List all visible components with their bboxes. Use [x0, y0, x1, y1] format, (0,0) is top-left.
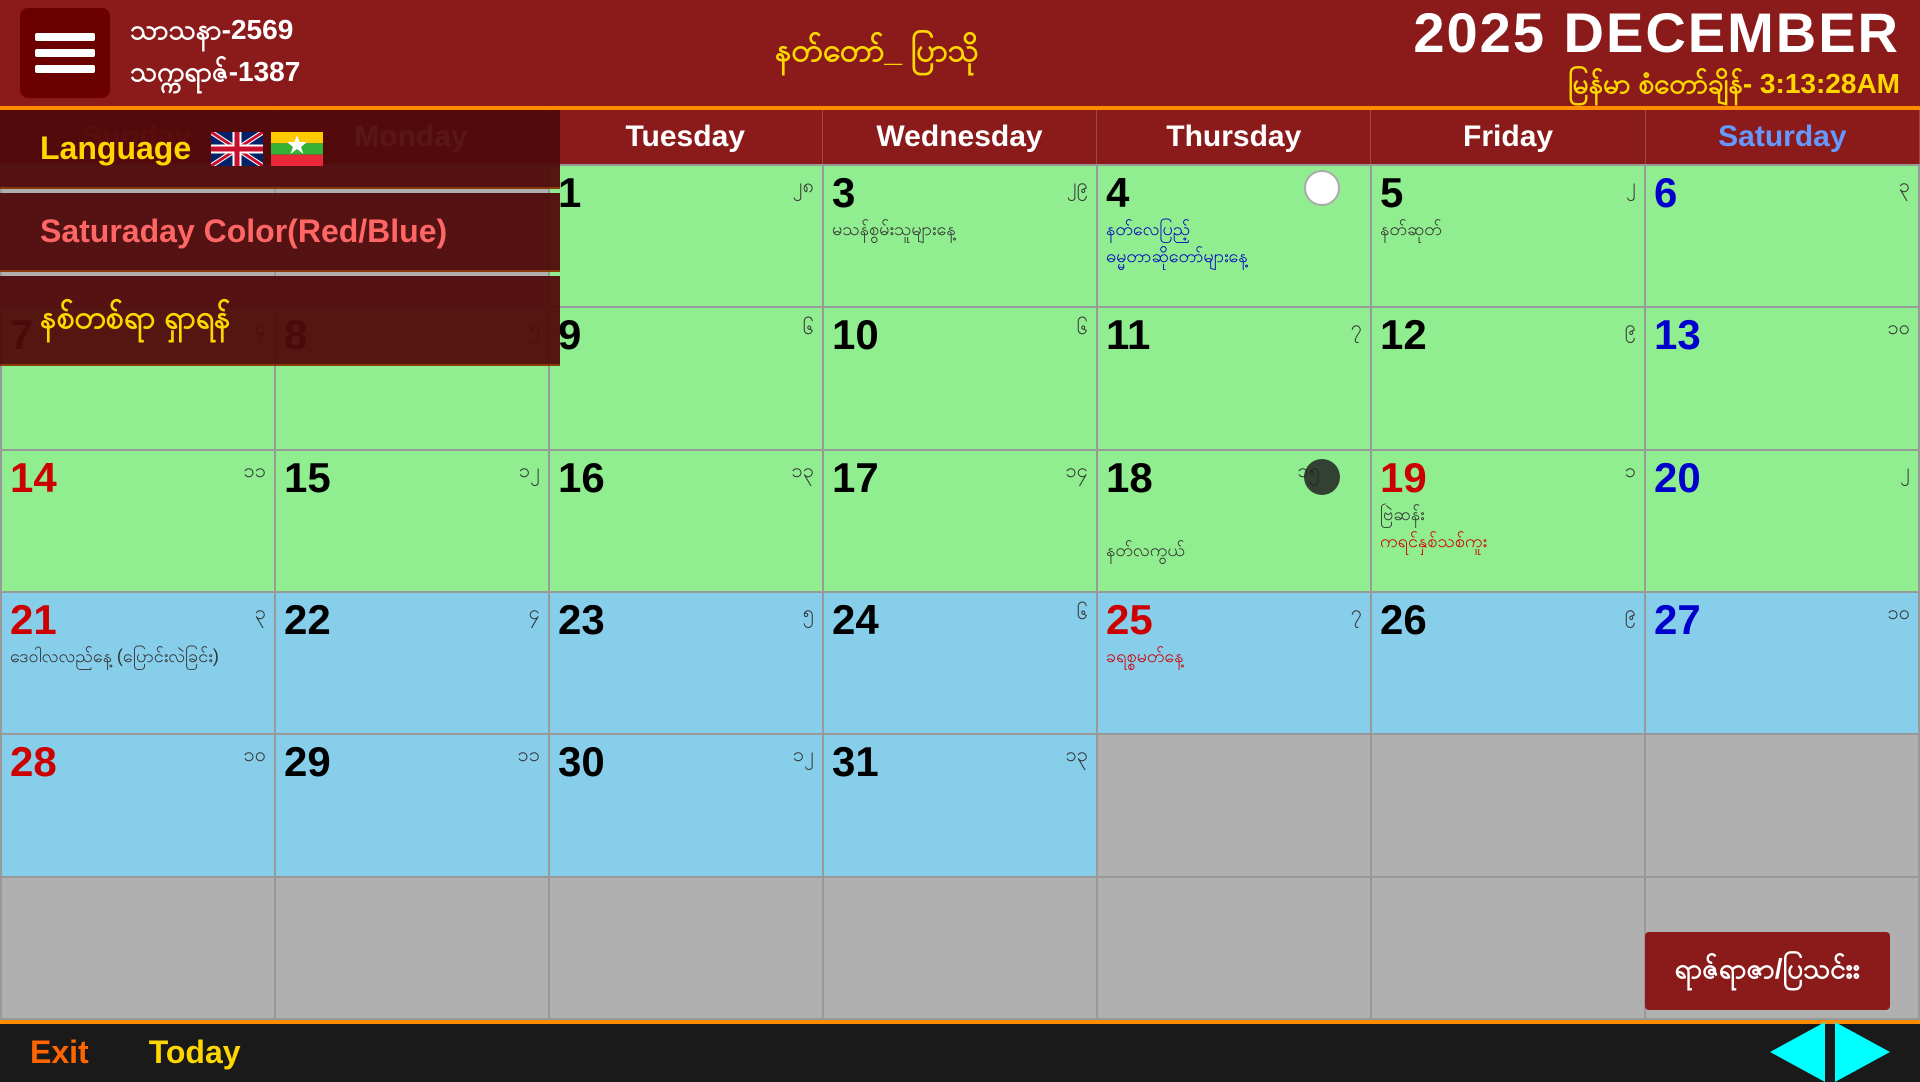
language-menu-item[interactable]: Language — [0, 110, 560, 189]
myanmar-flag-icon[interactable] — [271, 132, 323, 166]
table-row[interactable]: 16 ၁၃ — [550, 451, 822, 591]
myanmar-year: သာသနာ-2569 သက္ကရာဇ်-1387 — [130, 11, 300, 95]
table-row[interactable]: 12 ၉ — [1372, 308, 1644, 448]
table-row — [2, 878, 274, 1018]
table-row — [1098, 735, 1370, 875]
header-thursday: Thursday — [1097, 110, 1371, 164]
table-row[interactable]: 15 ၁၂ — [276, 451, 548, 591]
table-row[interactable]: 13 ၁၀ — [1646, 308, 1918, 448]
language-label: Language — [40, 130, 191, 167]
table-row[interactable]: 18 ၁၅ နတ်လကွယ် — [1098, 451, 1370, 591]
table-row[interactable]: 4 ၁ နတ်လေပြည့် ဓမ္မတာဆိုတော်များနေ့ — [1098, 166, 1370, 306]
overlay-menu: Language Saturaday Color(Red/Blue) နစ်တစ… — [0, 110, 560, 366]
table-row[interactable]: 9 ၆ — [550, 308, 822, 448]
header-right: 2025 DECEMBER မြန်မာ စံတော်ချိန်- 3:13:2… — [1413, 0, 1900, 107]
table-row[interactable]: 5 ၂ နတ်ဆုတ် — [1372, 166, 1644, 306]
table-row[interactable]: 27 ၁၀ — [1646, 593, 1918, 733]
header-wednesday: Wednesday — [823, 110, 1097, 164]
table-row[interactable]: 20 ၂ — [1646, 451, 1918, 591]
moon-text: နတ်တော်_ ပြာသို — [775, 29, 979, 77]
table-row[interactable]: 29 ၁၁ — [276, 735, 548, 875]
table-row — [276, 878, 548, 1018]
today-indicator — [1304, 170, 1340, 206]
footer: Exit Today — [0, 1020, 1920, 1080]
header-center: နတ်တော်_ ပြာသို — [340, 29, 1413, 77]
header: သာသနာ-2569 သက္ကရာဇ်-1387 နတ်တော်_ ပြာသို… — [0, 0, 1920, 110]
header-saturday: Saturday — [1646, 110, 1920, 164]
table-row — [1372, 878, 1644, 1018]
table-row[interactable]: 19 ၁ ဗြဲဆန်း ကရင်နှစ်သစ်ကူး — [1372, 451, 1644, 591]
table-row — [824, 878, 1096, 1018]
table-row[interactable]: 25 ၇ ခရစ္စမတ်နေ့ — [1098, 593, 1370, 733]
table-row[interactable]: 14 ၁၁ — [2, 451, 274, 591]
table-row — [1372, 735, 1644, 875]
table-row — [1098, 878, 1370, 1018]
table-row[interactable]: 26 ၉ — [1372, 593, 1644, 733]
table-row[interactable]: 17 ၁၄ — [824, 451, 1096, 591]
table-row — [1646, 735, 1918, 875]
table-row[interactable]: 28 ၁၀ — [2, 735, 274, 875]
table-row[interactable]: 1 ၂၈ — [550, 166, 822, 306]
exit-button[interactable]: Exit — [30, 1034, 89, 1071]
table-row[interactable]: 3 ၂၉ မသန်စွမ်းသူများနေ့ — [824, 166, 1096, 306]
datetime: မြန်မာ စံတော်ချိန်- 3:13:28AM — [1413, 65, 1900, 107]
table-row[interactable]: 11 ၇ — [1098, 308, 1370, 448]
table-row[interactable]: 21 ၃ ဒေဝါလလည်နေ့ (ပြောင်းလဲခြင်း) — [2, 593, 274, 733]
next-month-button[interactable] — [1835, 1022, 1890, 1082]
menu-button[interactable] — [20, 8, 110, 98]
saturday-color-label: Saturaday Color(Red/Blue) — [40, 213, 447, 250]
uk-flag-icon[interactable] — [211, 132, 263, 166]
navigation-buttons — [1770, 1022, 1890, 1082]
header-tuesday: Tuesday — [549, 110, 823, 164]
today-button[interactable]: Today — [149, 1034, 241, 1071]
info-button[interactable]: ရာဇ်ရာဇာ/ပြသင်းး — [1645, 932, 1890, 1010]
table-row[interactable]: 31 ၁၃ — [824, 735, 1096, 875]
festival-label: နစ်တစ်ရာ ရှာရန် — [40, 296, 231, 344]
table-row[interactable]: 10 ၆ — [824, 308, 1096, 448]
table-row[interactable]: 30 ၁၂ — [550, 735, 822, 875]
saturday-color-menu-item[interactable]: Saturaday Color(Red/Blue) — [0, 193, 560, 272]
table-row[interactable]: 24 ၆ — [824, 593, 1096, 733]
table-row[interactable]: 6 ၃ — [1646, 166, 1918, 306]
prev-month-button[interactable] — [1770, 1022, 1825, 1082]
today-dot — [1304, 459, 1340, 495]
table-row[interactable]: 23 ၅ — [550, 593, 822, 733]
header-friday: Friday — [1371, 110, 1645, 164]
calendar-title: 2025 DECEMBER — [1413, 0, 1900, 65]
flags — [211, 132, 323, 166]
table-row — [550, 878, 822, 1018]
table-row[interactable]: 22 ၄ — [276, 593, 548, 733]
festival-search-menu-item[interactable]: နစ်တစ်ရာ ရှာရန် — [0, 276, 560, 366]
